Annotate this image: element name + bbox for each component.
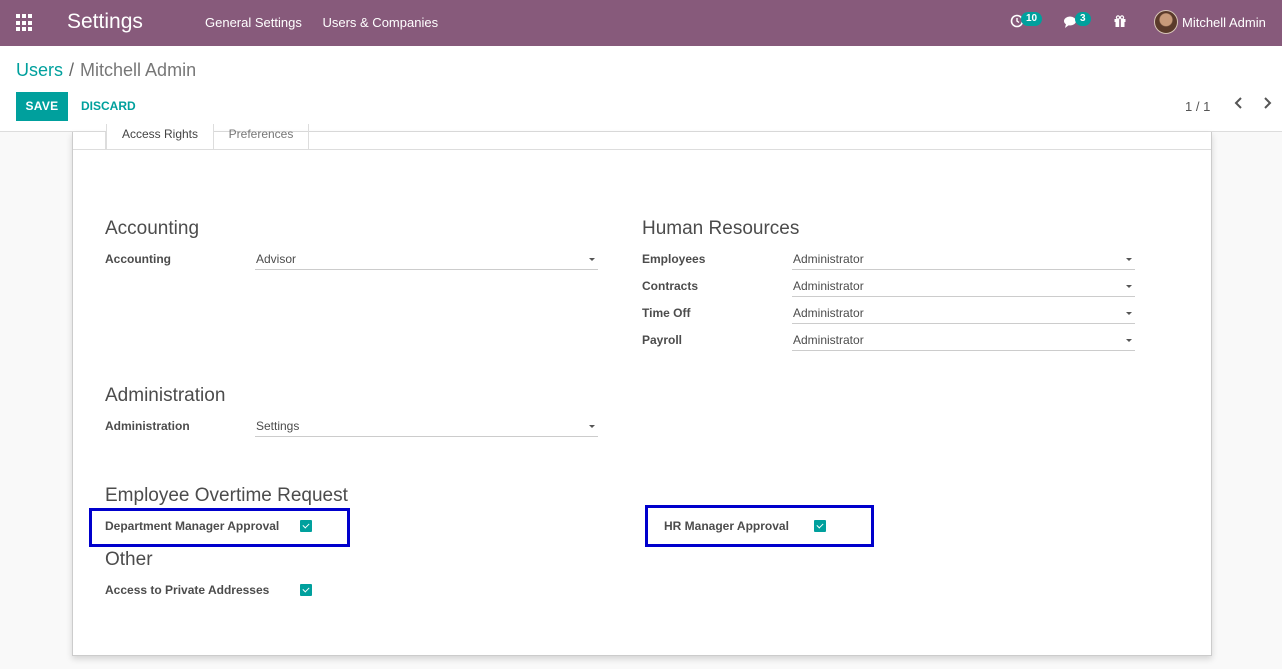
activity-count-badge: 10 [1021,12,1043,26]
breadcrumb-current: Mitchell Admin [80,60,197,80]
apps-menu-icon[interactable] [16,14,34,32]
field-label-hr-manager-approval: HR Manager Approval [664,519,789,533]
top-navbar: Settings General Settings Users & Compan… [0,0,1282,46]
checkbox-hr-manager-approval[interactable] [814,520,826,532]
group-title-human-resources: Human Resources [642,218,800,239]
menu-general-settings[interactable]: General Settings [205,15,302,30]
discard-button[interactable]: DISCARD [81,99,136,113]
caret-down-icon [1126,258,1132,261]
breadcrumb-separator: / [69,60,75,80]
group-title-other: Other [105,549,153,570]
form-sheet: Access Rights Preferences [72,124,1212,656]
group-title-overtime: Employee Overtime Request [105,485,348,506]
tab-access-rights[interactable]: Access Rights [106,124,214,150]
field-label-dept-manager-approval: Department Manager Approval [105,519,280,533]
select-contracts[interactable]: Administrator [792,279,1135,297]
breadcrumb: Users / Mitchell Admin [16,60,196,81]
app-title[interactable]: Settings [67,10,143,34]
select-administration[interactable]: Settings [255,419,598,437]
field-label-accounting: Accounting [105,252,171,266]
select-accounting[interactable]: Advisor [255,252,598,270]
chevron-right-icon[interactable] [1262,96,1272,110]
field-label-private-addresses: Access to Private Addresses [105,583,270,597]
field-label-contracts: Contracts [642,279,699,293]
field-label-time-off: Time Off [642,306,691,320]
select-employees[interactable]: Administrator [792,252,1135,270]
breadcrumb-users-link[interactable]: Users [16,60,63,80]
menu-users-companies[interactable]: Users & Companies [322,15,438,30]
field-label-payroll: Payroll [642,333,683,347]
caret-down-icon [589,258,595,261]
tab-previous[interactable] [73,132,106,150]
caret-down-icon [589,425,595,428]
save-button[interactable]: SAVE [16,92,68,121]
user-avatar[interactable] [1154,10,1178,34]
pager-value[interactable]: 1 / 1 [1185,99,1210,114]
group-title-administration: Administration [105,385,226,406]
user-menu-name[interactable]: Mitchell Admin [1182,15,1266,30]
gift-icon[interactable] [1113,14,1127,28]
control-panel: Users / Mitchell Admin SAVE DISCARD 1 / 1 [0,46,1282,132]
caret-down-icon [1126,285,1132,288]
tab-preferences[interactable]: Preferences [214,124,309,150]
select-payroll[interactable]: Administrator [792,333,1135,351]
select-time-off[interactable]: Administrator [792,306,1135,324]
caret-down-icon [1126,339,1132,342]
field-label-employees: Employees [642,252,706,266]
group-title-accounting: Accounting [105,218,200,239]
caret-down-icon [1126,312,1132,315]
main-menu: General Settings Users & Companies [205,15,455,30]
checkbox-dept-manager-approval[interactable] [300,520,312,532]
field-label-administration: Administration [105,419,190,433]
chevron-left-icon[interactable] [1234,96,1244,110]
tabs-divider [73,149,1211,150]
checkbox-private-addresses[interactable] [300,584,312,596]
messages-count-badge: 3 [1075,12,1091,26]
